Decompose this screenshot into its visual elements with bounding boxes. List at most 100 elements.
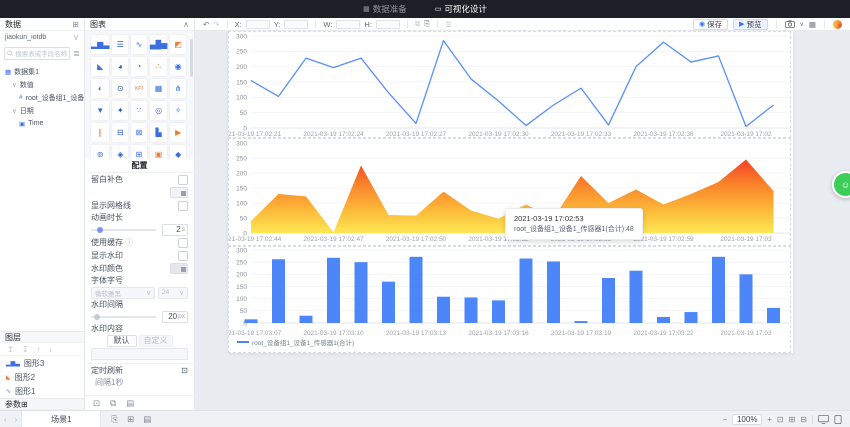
scatter-chart-icon[interactable]: ∴: [150, 57, 168, 76]
layer-item[interactable]: ◣图形2: [0, 370, 84, 384]
camera-icon[interactable]: [785, 20, 795, 28]
tree-item[interactable]: #root_设备组1_设备...: [0, 91, 84, 104]
watermark-custom-button[interactable]: 自定义: [139, 335, 173, 347]
show-grid-checkbox[interactable]: [178, 201, 188, 211]
watermark-gap-input[interactable]: 20px: [162, 311, 188, 323]
combo-chart-icon[interactable]: ◩: [170, 35, 186, 54]
scene-tab[interactable]: 场景1: [21, 411, 101, 427]
height-input[interactable]: [376, 20, 400, 29]
blank-fill-color-swatch[interactable]: [170, 187, 188, 198]
preview-button[interactable]: ▶预览: [733, 19, 767, 30]
cube-3d-icon[interactable]: ◆: [170, 145, 186, 159]
move-down-icon[interactable]: ↓: [48, 345, 52, 354]
chevron-down-icon[interactable]: ∨: [800, 21, 804, 28]
rose-chart-icon[interactable]: ◉: [170, 57, 186, 76]
scene-prev-icon[interactable]: ‹: [0, 415, 11, 424]
media-widget-icon[interactable]: ▣: [150, 145, 168, 159]
flow-map-icon[interactable]: ▶: [170, 123, 186, 142]
anim-duration-slider[interactable]: [91, 229, 156, 231]
add-scene-icon[interactable]: ⊞: [127, 414, 134, 425]
datasource-select[interactable]: jiaokun_iotdb ∨: [0, 31, 84, 44]
font-size-select[interactable]: 24∨: [158, 287, 188, 299]
layer-item[interactable]: ∿图形1: [0, 384, 84, 398]
target-chart-icon[interactable]: ◎: [150, 101, 168, 120]
redo-icon[interactable]: ↷: [213, 20, 219, 29]
duplicate-icon[interactable]: ⧉: [110, 398, 116, 409]
zoom-in-icon[interactable]: +: [767, 415, 772, 424]
map-pin-chart-icon[interactable]: ⊚: [91, 145, 109, 159]
tree-item[interactable]: ∨日期: [0, 104, 84, 117]
interval-chart-icon[interactable]: ∥: [91, 123, 109, 142]
table-card-icon[interactable]: ▦: [150, 79, 168, 98]
refresh-settings-icon[interactable]: ⊡: [181, 366, 188, 375]
funnel-chart-icon[interactable]: ▼: [91, 101, 109, 120]
export-icon[interactable]: ▤: [126, 398, 134, 409]
assistant-float-button[interactable]: ☺: [832, 171, 850, 198]
area-chart-icon[interactable]: ◣: [91, 57, 109, 76]
y-coord-input[interactable]: [284, 20, 308, 29]
template-icon[interactable]: ⊡: [93, 398, 100, 409]
scrollbar-thumb[interactable]: [190, 39, 193, 77]
add-dataset-icon[interactable]: ⊞: [72, 20, 79, 29]
bubble-chart-icon[interactable]: ∵: [131, 101, 147, 120]
watermark-gap-slider[interactable]: [91, 316, 156, 318]
line-chart-icon[interactable]: ∿: [131, 35, 147, 54]
use-cache-checkbox[interactable]: [178, 238, 188, 248]
scene-next-icon[interactable]: ›: [11, 415, 22, 424]
width-input[interactable]: [336, 20, 360, 29]
collapse-icon[interactable]: ∧: [183, 20, 189, 29]
tree-item[interactable]: ▣Time: [0, 117, 84, 130]
candlestick-chart-icon[interactable]: ⊠: [131, 123, 147, 142]
box-plot-icon[interactable]: ⊟: [112, 123, 128, 142]
chart-legend[interactable]: root_设备组1_设备1_传感器1(合计): [237, 337, 354, 347]
add-param-icon[interactable]: ⊞: [21, 400, 28, 409]
progress-ring-icon[interactable]: ◐: [91, 79, 109, 98]
bar-chart-icon[interactable]: ▂▆▃: [91, 35, 109, 54]
gauge-chart-icon[interactable]: ⊙: [112, 79, 128, 98]
scene-template-icon[interactable]: ▤: [143, 414, 151, 425]
tab-data-preparation[interactable]: ▦ 数据准备: [363, 3, 407, 15]
donut-chart-icon[interactable]: ◔: [131, 57, 147, 76]
zoom-out-icon[interactable]: −: [723, 415, 728, 424]
group-icon[interactable]: ⧉: [415, 19, 420, 29]
config-tab[interactable]: 配置: [132, 160, 148, 171]
move-up-icon[interactable]: ↑: [36, 345, 40, 354]
tab-visual-design[interactable]: ▭ 可视化设计: [435, 3, 487, 15]
desktop-view-icon[interactable]: [818, 415, 829, 424]
board-icon[interactable]: ▦: [809, 20, 816, 29]
world-map-chart-icon[interactable]: ◈: [112, 145, 128, 159]
x-coord-input[interactable]: [246, 20, 270, 29]
align-icon[interactable]: ☰: [445, 20, 452, 29]
copy-icon[interactable]: ⎘: [424, 19, 430, 29]
zoom-level[interactable]: 100%: [732, 414, 762, 425]
layout-widget-icon[interactable]: ⊞: [131, 145, 147, 159]
relation-graph-icon[interactable]: ✦: [112, 101, 128, 120]
fit-width-icon[interactable]: ⊞: [789, 415, 796, 424]
tree-item[interactable]: ∨数值: [0, 78, 84, 91]
column-chart-icon[interactable]: ▄█▅: [150, 35, 168, 54]
blank-fill-checkbox[interactable]: [178, 175, 188, 185]
watermark-default-button[interactable]: 默认: [107, 335, 137, 347]
copy-scene-icon[interactable]: ⎘: [111, 414, 118, 425]
waterfall-chart-icon[interactable]: ▙: [150, 123, 168, 142]
show-watermark-checkbox[interactable]: [178, 251, 188, 261]
user-avatar[interactable]: [833, 20, 842, 29]
tree-item[interactable]: ▦数据集1: [0, 65, 84, 78]
move-to-bottom-icon[interactable]: ↧: [22, 345, 29, 354]
anim-duration-input[interactable]: 2s: [162, 224, 188, 236]
fit-selection-icon[interactable]: ⊡: [777, 415, 784, 424]
fit-screen-icon[interactable]: ⊟: [800, 415, 807, 424]
search-input[interactable]: 搜索表或字段名称: [4, 47, 70, 60]
watermark-content-input[interactable]: [91, 348, 188, 360]
design-canvas-area[interactable]: 0501001502002503002021-03-19 17:02:21202…: [195, 31, 850, 410]
layer-item[interactable]: ▂▆▃图形3: [0, 356, 84, 370]
pie-chart-icon[interactable]: ◕: [112, 57, 128, 76]
line-chart-component[interactable]: 0501001502002503002021-03-19 17:02:21202…: [228, 31, 791, 138]
design-canvas[interactable]: 0501001502002503002021-03-19 17:02:21202…: [228, 31, 793, 353]
field-filter-icon[interactable]: ≣: [73, 49, 80, 58]
save-button[interactable]: ◉保存: [693, 19, 728, 30]
mobile-view-icon[interactable]: [834, 415, 842, 424]
horizontal-bar-chart-icon[interactable]: ☰: [112, 35, 128, 54]
watermark-color-swatch[interactable]: [170, 263, 188, 274]
radar-chart-icon[interactable]: ✧: [170, 101, 186, 120]
